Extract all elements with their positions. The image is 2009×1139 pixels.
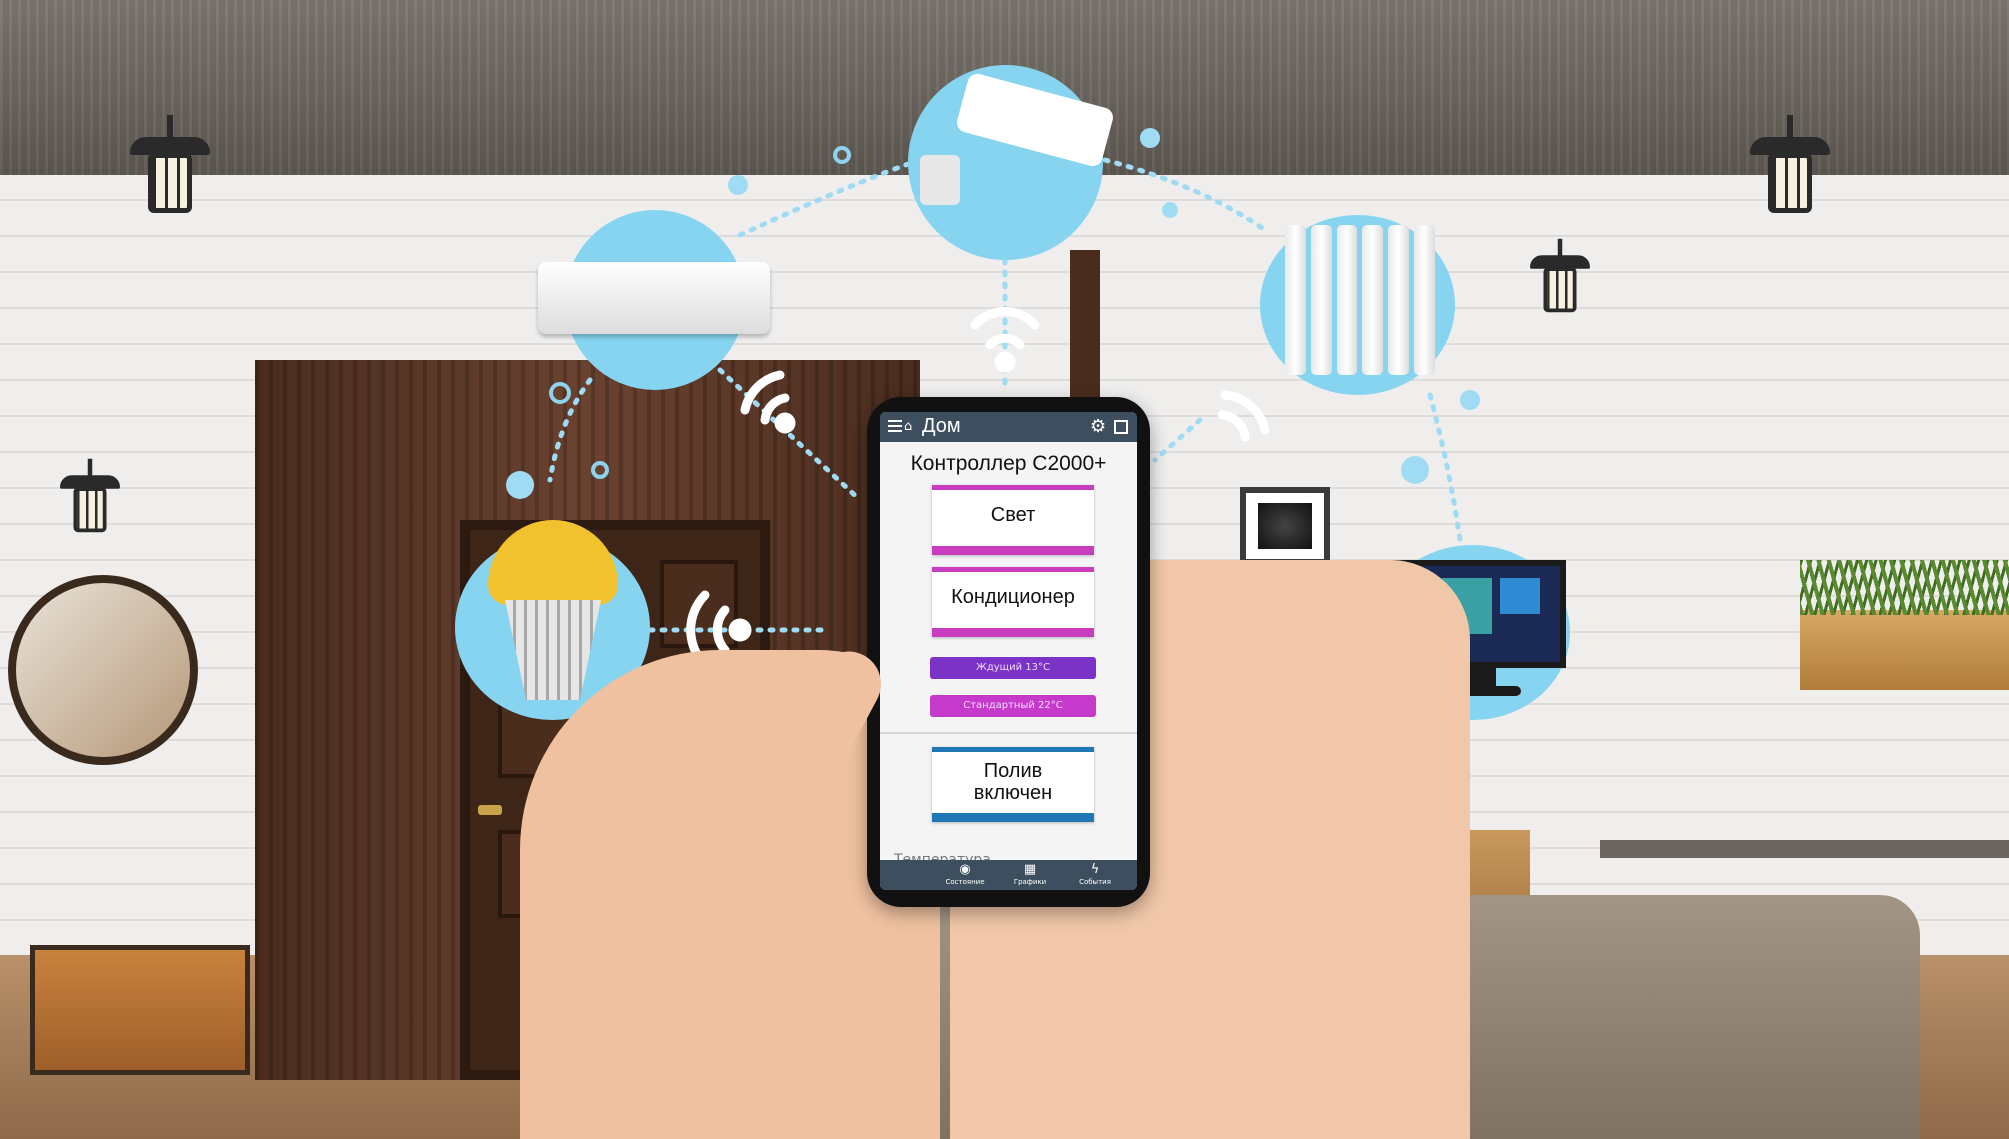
connection-line xyxy=(717,367,863,503)
connection-line xyxy=(1102,157,1268,233)
nav-events-label: События xyxy=(1079,878,1111,886)
divider xyxy=(880,732,1137,734)
radiator-icon xyxy=(1285,225,1435,375)
menu-icon[interactable] xyxy=(888,420,902,432)
network-node xyxy=(1162,202,1178,218)
home-icon[interactable]: ⌂ xyxy=(904,419,912,434)
light-tile-label: Свет xyxy=(990,504,1036,526)
watering-tile-button[interactable]: Полив включен xyxy=(932,747,1094,822)
network-node xyxy=(833,146,851,164)
camera-mount xyxy=(920,155,960,205)
status-icon: ◉ xyxy=(959,862,971,877)
air-conditioner-tile-label: Кондиционер xyxy=(951,586,1075,608)
connection-line xyxy=(1152,417,1203,463)
mode-waiting-button[interactable]: Ждущий 13°C xyxy=(930,657,1096,679)
save-icon[interactable] xyxy=(1114,420,1128,434)
nav-charts-tab[interactable]: ▦ Графики xyxy=(1005,862,1055,886)
air-conditioner-tile-button[interactable]: Кондиционер xyxy=(932,567,1094,637)
watering-tile-label: Полив xyxy=(983,760,1043,782)
light-tile-button[interactable]: Свет xyxy=(932,485,1094,555)
nav-charts-label: Графики xyxy=(1013,878,1047,886)
network-node xyxy=(728,175,748,195)
app-title: Дом xyxy=(922,415,961,437)
nav-status-tab[interactable]: ◉ Состояние xyxy=(940,862,990,886)
charts-icon: ▦ xyxy=(1023,862,1037,877)
network-node xyxy=(591,461,609,479)
smartphone: ⌂ Дом ⚙ Контроллер С2000+ Свет Кондицион… xyxy=(867,397,1150,907)
connection-line xyxy=(1427,392,1463,543)
connection-line xyxy=(737,157,923,238)
smart-home-scene: ⌂ Дом ⚙ Контроллер С2000+ Свет Кондицион… xyxy=(0,0,2009,1139)
events-icon: ϟ xyxy=(1090,862,1100,877)
phone-screen: ⌂ Дом ⚙ Контроллер С2000+ Свет Кондицион… xyxy=(880,412,1137,890)
network-node xyxy=(549,382,571,404)
nav-status-label: Состояние xyxy=(945,878,985,886)
air-conditioner-icon xyxy=(538,262,770,334)
network-node xyxy=(1401,456,1429,484)
nav-events-tab[interactable]: ϟ События xyxy=(1070,862,1120,886)
controller-title: Контроллер С2000+ xyxy=(910,452,1107,475)
mode-standard-button[interactable]: Стандартный 22°C xyxy=(930,695,1096,717)
network-node xyxy=(506,471,534,499)
app-header: ⌂ Дом ⚙ xyxy=(880,412,1137,442)
network-node xyxy=(1140,128,1160,148)
gear-icon[interactable]: ⚙ xyxy=(1090,416,1106,437)
watering-status-label: включен xyxy=(973,782,1053,804)
bottom-nav: ◉ Состояние ▦ Графики ϟ События xyxy=(880,860,1137,890)
network-node xyxy=(1460,390,1480,410)
